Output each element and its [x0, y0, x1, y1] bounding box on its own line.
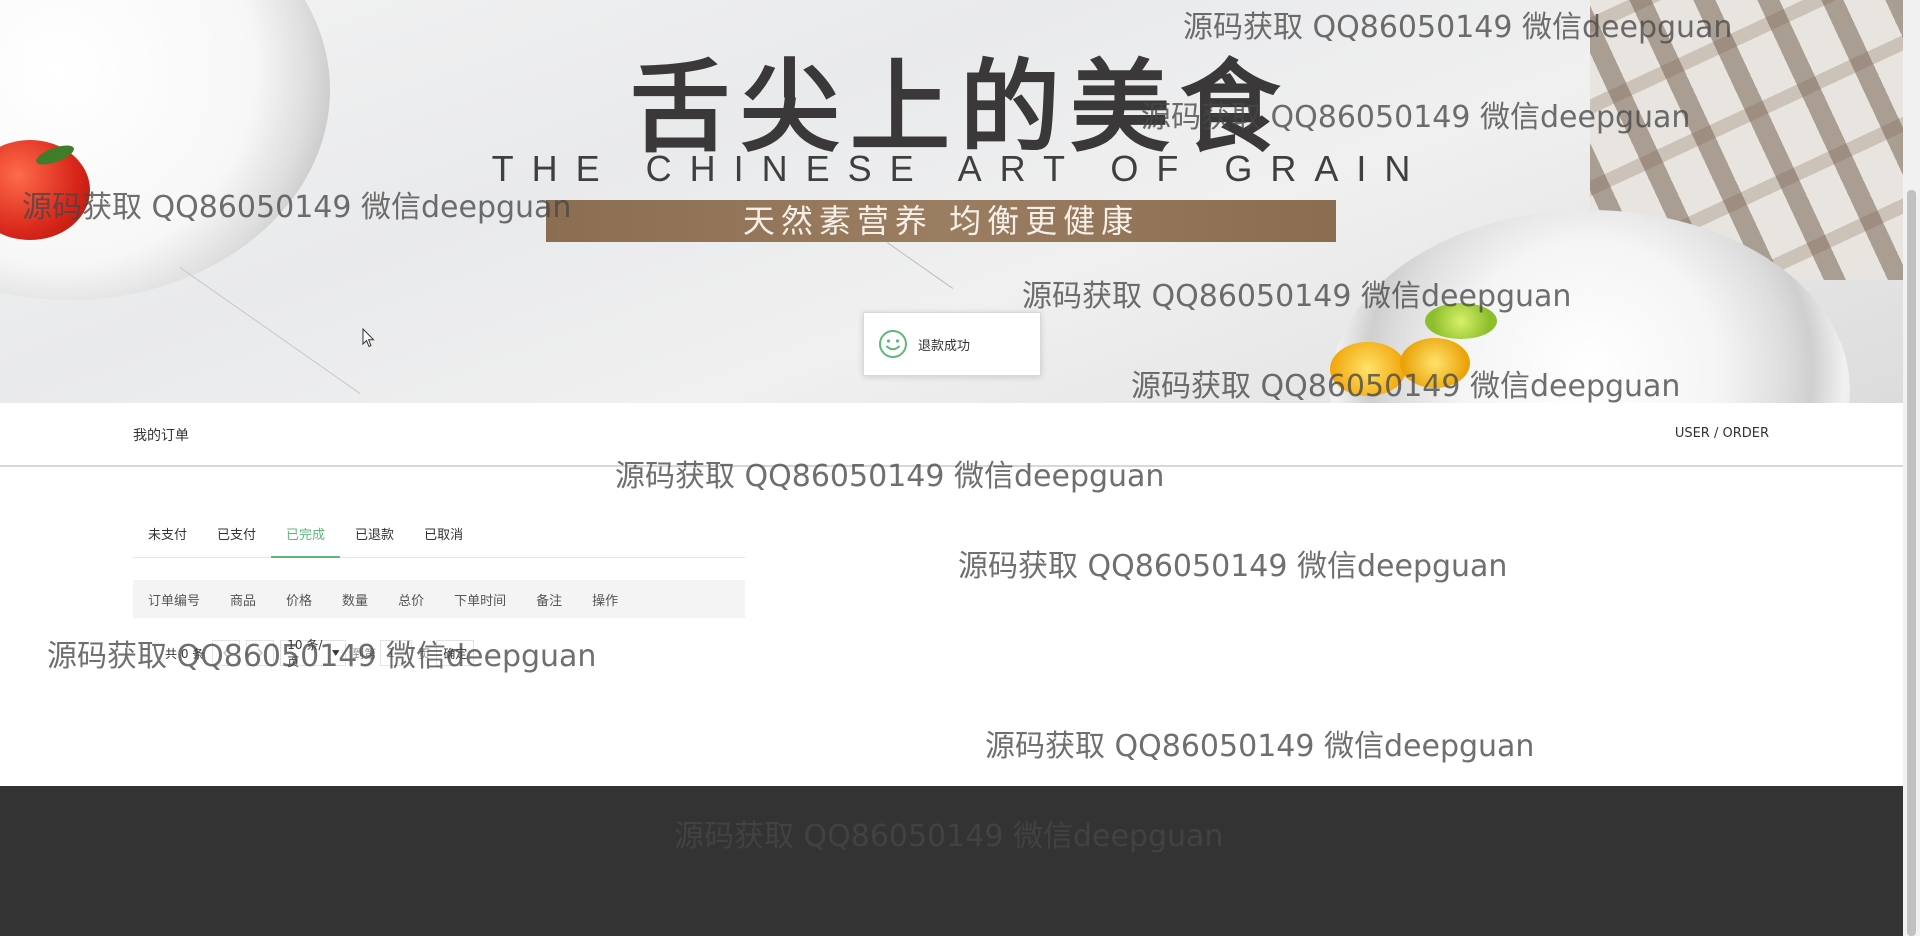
order-table-header: 订单编号 商品 价格 数量 总价 下单时间 备注 操作	[133, 580, 745, 618]
breadcrumb: USER / ORDER	[1674, 426, 1769, 441]
column-header-order-time: 下单时间	[454, 593, 507, 609]
pagination: 共 0 条 10 条/页 到第 1 页 确定	[165, 638, 480, 669]
chevron-down-icon	[331, 650, 340, 656]
banner-subtitle: THE CHINESE ART OF GRAIN	[491, 148, 1429, 189]
page-title: 我的订单	[133, 428, 189, 444]
page-size-value: 10 条/页	[287, 638, 323, 669]
column-header-order-id: 订单编号	[148, 593, 201, 609]
tab-completed[interactable]: 已完成	[271, 518, 341, 558]
vertical-scrollbar[interactable]	[1903, 0, 1920, 936]
column-header-quantity: 数量	[342, 593, 369, 609]
lime-image	[1425, 303, 1497, 339]
section-header: 我的订单 USER / ORDER	[0, 403, 1903, 467]
toast-message: 退款成功	[918, 338, 971, 354]
watermark-text: 源码获取 QQ86050149 微信deepguan	[985, 729, 1535, 764]
tab-cancelled[interactable]: 已取消	[409, 518, 478, 556]
page-number-input[interactable]: 1	[380, 640, 413, 666]
page-unit-label: 页	[418, 646, 431, 661]
banner-slogan: 天然素营养 均衡更健康	[546, 200, 1336, 242]
column-header-actions: 操作	[592, 593, 619, 609]
smile-icon	[879, 330, 907, 358]
page-footer	[0, 786, 1903, 936]
refund-success-toast: 退款成功	[863, 312, 1041, 376]
lemon-image	[1400, 338, 1470, 388]
chevron-right-icon	[257, 648, 264, 658]
column-header-total: 总价	[398, 593, 425, 609]
goto-label: 到第	[352, 646, 377, 661]
tab-unpaid[interactable]: 未支付	[133, 518, 202, 556]
mouse-cursor-icon	[362, 328, 375, 348]
tab-refunded[interactable]: 已退款	[340, 518, 409, 556]
column-header-product: 商品	[230, 593, 257, 609]
order-status-tabs: 未支付 已支付 已完成 已退款 已取消	[133, 518, 745, 558]
column-header-remark: 备注	[536, 593, 563, 609]
chevron-left-icon	[223, 648, 229, 658]
page-size-select[interactable]: 10 条/页	[280, 638, 347, 669]
lemon-image	[1330, 342, 1406, 396]
scrollbar-thumb[interactable]	[1907, 190, 1916, 936]
decor-line	[886, 242, 954, 289]
decor-line	[179, 266, 361, 395]
goto-confirm-button[interactable]: 确定	[436, 640, 475, 666]
prev-page-button[interactable]	[212, 640, 241, 666]
tab-paid[interactable]: 已支付	[202, 518, 271, 556]
banner-title: 舌尖上的美食	[630, 48, 1290, 166]
watermark-text: 源码获取 QQ86050149 微信deepguan	[958, 549, 1508, 584]
column-header-price: 价格	[286, 593, 313, 609]
next-page-button[interactable]	[246, 640, 275, 666]
total-count: 共 0 条	[165, 646, 205, 661]
